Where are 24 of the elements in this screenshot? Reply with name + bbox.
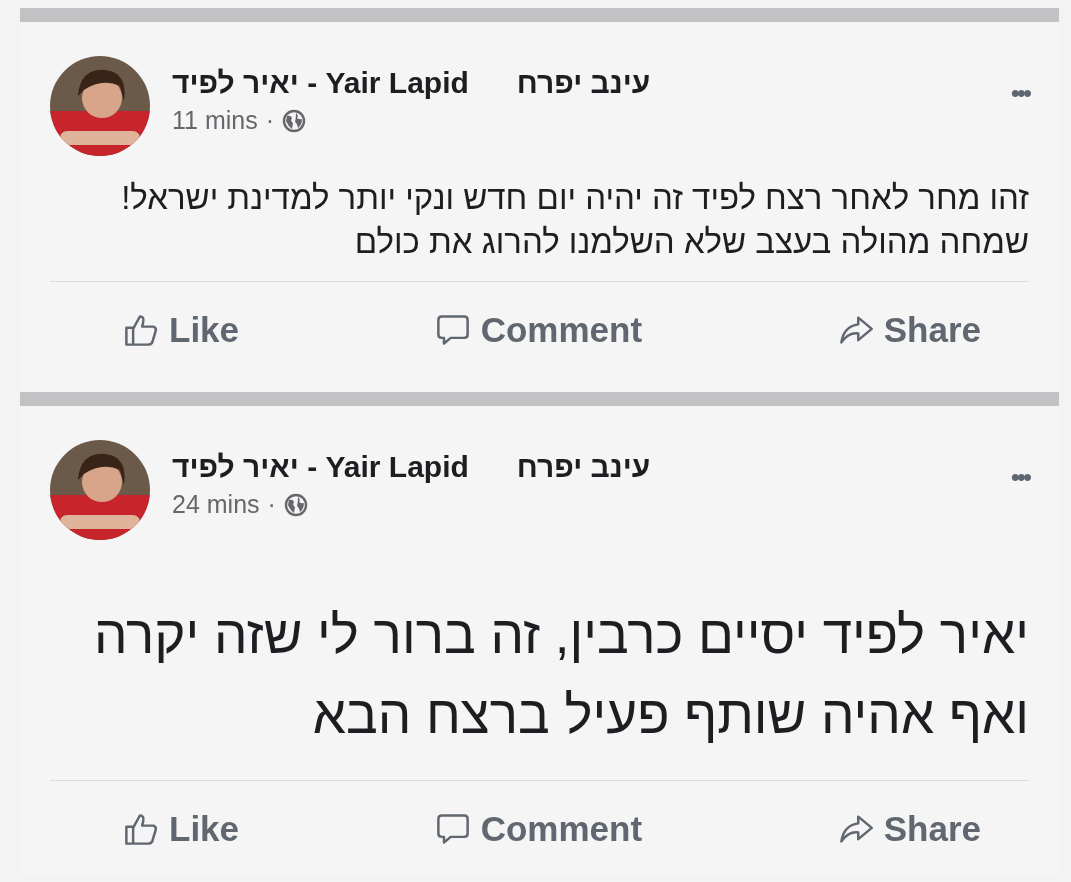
post-time[interactable]: 24 mins (172, 490, 260, 519)
like-button[interactable]: Like (115, 805, 248, 853)
page-name[interactable]: יאיר לפיד - Yair Lapid (172, 450, 469, 484)
author-name[interactable]: עינב יפרח (516, 450, 651, 484)
post-text: זהו מחר לאחר רצח לפיד זה יהיה יום חדש ונקי יותר למדינת ישראל! שמחה מהולה בעצב שלא השלמנו להרוג את כולם (120, 178, 1030, 262)
globe-icon (283, 492, 308, 517)
comment-button[interactable]: Comment (426, 306, 651, 354)
comment-button[interactable]: Comment (426, 805, 651, 853)
share-button[interactable]: Share (829, 306, 989, 354)
separator-dot: · (267, 490, 276, 519)
thumbs-up-icon (123, 811, 159, 847)
thumbs-up-icon (123, 312, 159, 348)
share-button[interactable]: Share (829, 805, 989, 853)
author-name[interactable]: עינב יפרח (516, 66, 651, 100)
post-text: יאיר לפיד יסיים כרבין, זה ברור לי שזה יקרה ואף אהיה שותף פעיל ברצח הבא (92, 604, 1030, 746)
post-time[interactable]: 11 mins (172, 106, 258, 135)
more-options-button[interactable]: ••• (1010, 78, 1029, 109)
more-options-button[interactable]: ••• (1010, 462, 1029, 493)
speech-bubble-icon (434, 312, 471, 348)
globe-icon (282, 108, 306, 133)
separator-dot: · (265, 106, 274, 135)
like-button[interactable]: Like (115, 306, 248, 354)
page-name[interactable]: יאיר לפיד - Yair Lapid (172, 66, 469, 100)
speech-bubble-icon (434, 811, 471, 847)
